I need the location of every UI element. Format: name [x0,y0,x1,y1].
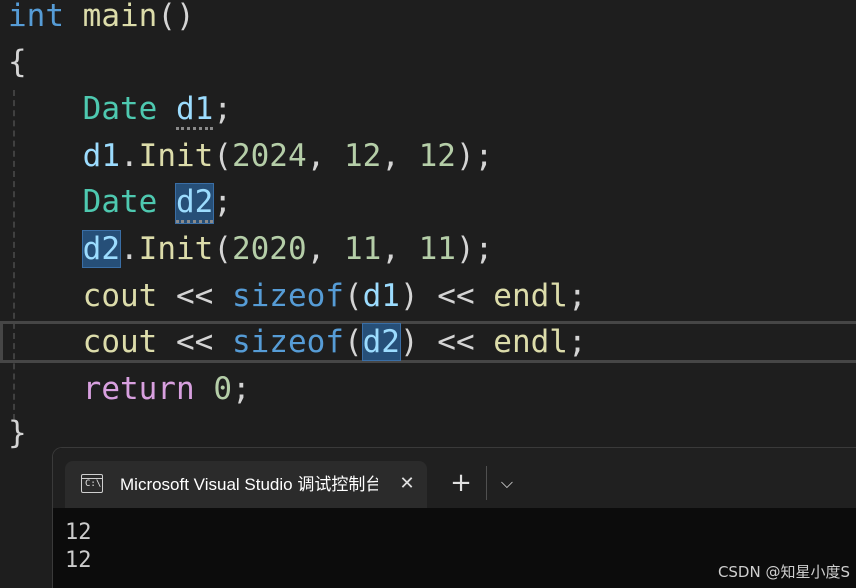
parens: () [157,0,195,34]
tab-debug-console[interactable]: C:\ Microsoft Visual Studio 调试控制台 ✕ [65,461,427,508]
code-line-5: Date d2; [8,182,232,224]
watermark: CSDN @知星小度S [717,563,850,581]
code-line-4: d1.Init(2024, 12, 12); [8,136,494,176]
semicolon: ; [567,278,587,314]
stream-operator: ) << [399,324,494,360]
code-line-1: int main() [8,0,195,36]
dot: . [119,231,139,267]
open-paren: ( [213,231,232,267]
function-main: main [82,0,158,34]
number: 0 [213,371,232,407]
code-line-8: cout << sizeof(d2) << endl; [8,322,587,362]
variable-d1[interactable]: d1 [175,91,214,130]
code-line-2: { [8,42,27,82]
semicolon: ; [231,371,251,407]
comma: , [306,138,344,174]
keyword-sizeof: sizeof [231,324,344,360]
identifier-endl: endl [493,278,568,314]
tab-bar: C:\ Microsoft Visual Studio 调试控制台 ✕ + ⌵ [53,448,856,508]
number: 11 [343,231,382,267]
close-paren-semicolon: ); [455,231,494,267]
close-brace: } [8,415,27,451]
stream-operator: << [157,324,232,360]
terminal-icon-text: C:\ [85,479,102,489]
variable-d2-highlighted[interactable]: d2 [174,183,215,224]
comma: , [306,231,344,267]
variable-d2-highlighted[interactable]: d2 [81,230,121,268]
open-paren: ( [213,138,232,174]
code-editor[interactable]: int main() { Date d1; d1.Init(2024, 12, … [0,0,856,451]
variable-d1[interactable]: d1 [363,278,400,314]
comma: , [381,231,419,267]
semicolon: ; [213,91,232,127]
semicolon: ; [567,324,587,360]
variable-d2-highlighted[interactable]: d2 [361,323,401,361]
code-line-10: } [8,413,27,453]
console-output-line-2: 12 [65,548,92,573]
code-line-6: d2.Init(2020, 11, 11); [8,229,493,269]
identifier-cout: cout [82,324,158,360]
tab-title: Microsoft Visual Studio 调试控制台 [120,475,378,494]
comma: , [381,138,419,174]
close-paren-semicolon: ); [455,138,494,174]
stream-operator: ) << [399,278,494,314]
code-line-9: return 0; [8,369,251,409]
code-line-3: Date d1; [8,89,232,130]
number: 12 [418,138,456,174]
number: 2024 [231,138,307,174]
type-date: Date [82,184,158,220]
number: 2020 [231,231,307,267]
close-icon[interactable]: ✕ [395,471,419,497]
keyword-sizeof: sizeof [231,278,344,314]
keyword-return: return [82,371,195,407]
open-brace: { [8,44,27,80]
code-line-7: cout << sizeof(d1) << endl; [8,276,587,316]
variable-d1[interactable]: d1 [83,138,120,174]
identifier-endl: endl [493,324,568,360]
divider [486,466,487,500]
console-output-line-1: 12 [65,520,92,545]
number: 12 [343,138,382,174]
terminal-icon: C:\ [81,474,103,493]
stream-operator: << [157,278,232,314]
open-paren: ( [343,324,363,360]
method-init[interactable]: Init [139,138,214,174]
semicolon: ; [213,184,232,220]
chevron-down-icon[interactable]: ⌵ [497,470,517,496]
dot: . [119,138,139,174]
identifier-cout: cout [82,278,158,314]
open-paren: ( [343,278,363,314]
type-date: Date [82,91,158,127]
keyword-int: int [8,0,64,34]
method-init[interactable]: Init [139,231,214,267]
new-tab-plus-icon[interactable]: + [449,468,473,498]
number: 11 [418,231,456,267]
